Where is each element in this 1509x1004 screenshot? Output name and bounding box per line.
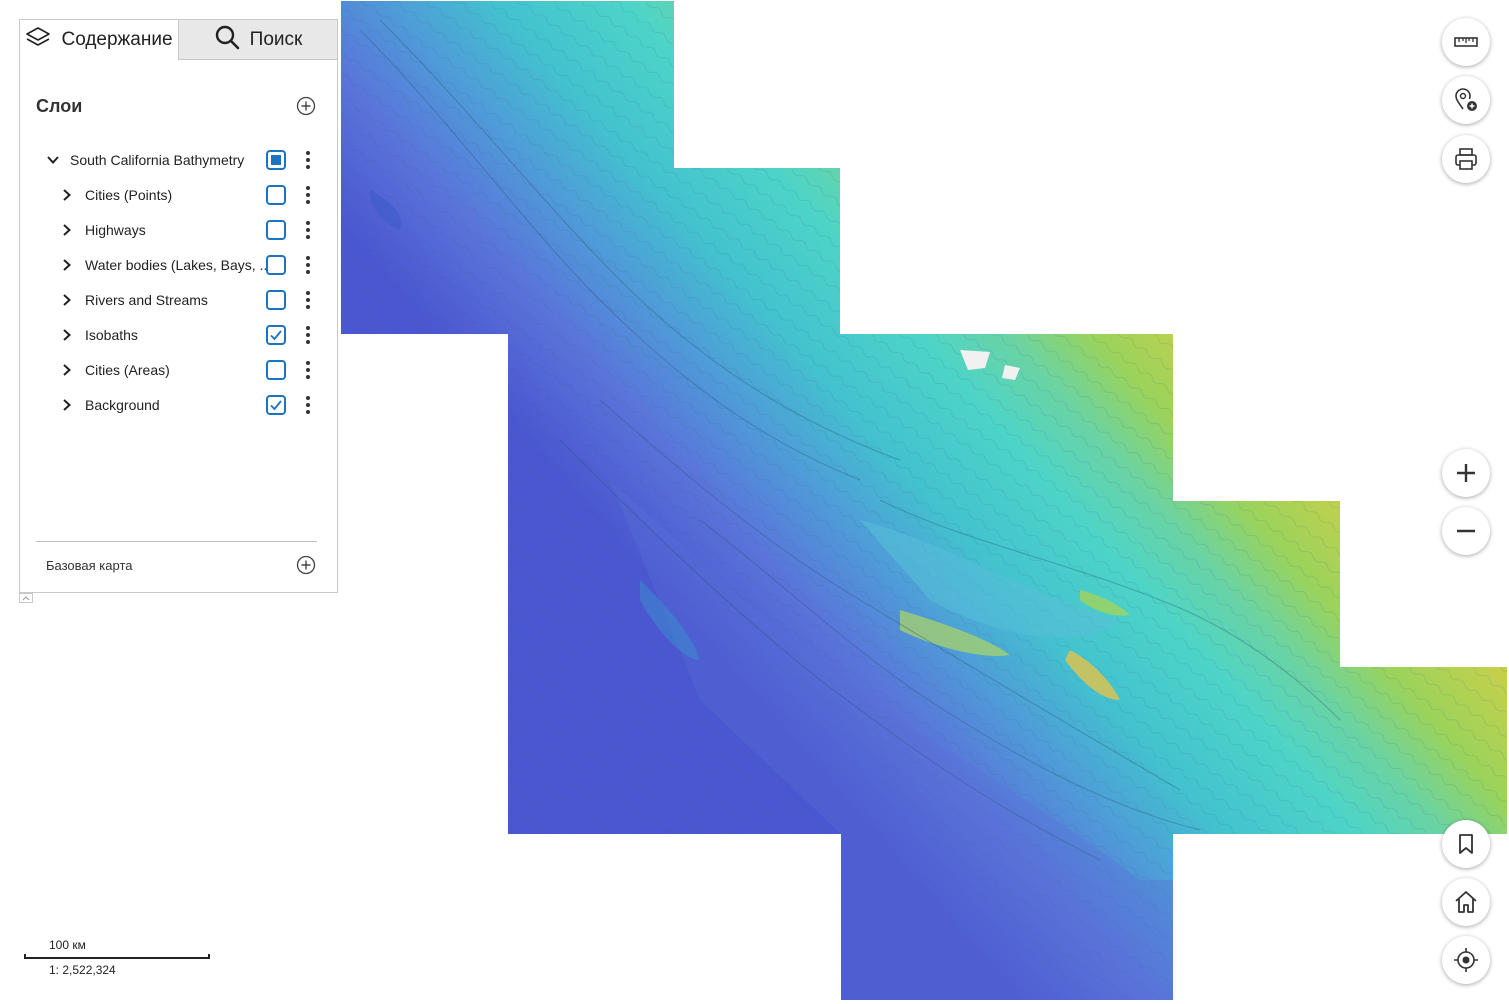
panel-tabs: Содержание Поиск [20,20,337,60]
layer-label: Cities (Points) [85,186,173,203]
tab-contents[interactable]: Содержание [20,20,178,60]
layer-menu-button[interactable] [305,394,311,416]
layer-checkbox[interactable] [266,324,286,345]
chevron-right-icon[interactable] [60,328,74,342]
add-basemap-button[interactable] [295,554,317,576]
tab-search[interactable]: Поиск [178,20,337,60]
measure-button[interactable] [1442,18,1490,66]
more-vertical-icon [306,220,310,239]
chevron-up-icon [22,596,30,601]
layer-group-row[interactable]: South California Bathymetry [20,142,337,177]
scale-ratio: 1: 2,522,324 [49,963,116,977]
collapse-panel-button[interactable] [19,593,33,603]
bookmarks-button[interactable] [1442,820,1490,868]
minus-icon [1457,529,1475,533]
plus-circle-icon [296,555,316,575]
layers-title: Слои [36,95,83,116]
more-vertical-icon [306,290,310,309]
layer-row[interactable]: Isobaths [20,317,337,352]
locate-icon [1454,948,1478,972]
chevron-right-icon[interactable] [60,223,74,237]
printer-icon [1455,148,1477,170]
layer-row[interactable]: Background [20,387,337,422]
more-vertical-icon [306,395,310,414]
layer-label: Cities (Areas) [85,361,170,378]
layers-icon [25,24,51,56]
scale-bar: 100 км 1: 2,522,324 [24,936,214,986]
more-vertical-icon [306,185,310,204]
layer-group-menu-button[interactable] [305,149,311,171]
search-icon [214,24,240,56]
layer-checkbox[interactable] [266,394,286,415]
home-button[interactable] [1442,878,1490,926]
layer-menu-button[interactable] [305,324,311,346]
layer-group-checkbox[interactable] [266,149,286,170]
chevron-down-icon[interactable] [46,153,60,167]
divider [36,541,317,542]
check-icon [270,399,282,410]
more-vertical-icon [306,360,310,379]
layer-label: Rivers and Streams [85,291,208,308]
more-vertical-icon [306,150,310,169]
layer-menu-button[interactable] [305,184,311,206]
chevron-right-icon[interactable] [60,398,74,412]
layer-label: Water bodies (Lakes, Bays, ...) [85,256,267,273]
layer-menu-button[interactable] [305,219,311,241]
layer-menu-button[interactable] [305,359,311,381]
plus-icon [1457,464,1475,482]
layer-row[interactable]: Cities (Areas) [20,352,337,387]
print-button[interactable] [1442,135,1490,183]
chevron-right-icon[interactable] [60,293,74,307]
layer-label: Isobaths [85,326,138,343]
basemap-label: Базовая карта [46,557,133,573]
layer-row[interactable]: Water bodies (Lakes, Bays, ...) [20,247,337,282]
chevron-right-icon[interactable] [60,258,74,272]
layer-row[interactable]: Highways [20,212,337,247]
layer-group-label: South California Bathymetry [70,151,245,168]
layer-row[interactable]: Cities (Points) [20,177,337,212]
layer-menu-button[interactable] [305,254,311,276]
check-icon [270,329,282,340]
layer-checkbox[interactable] [266,359,286,380]
layer-checkbox[interactable] [266,254,286,275]
layer-checkbox[interactable] [266,184,286,205]
more-vertical-icon [306,325,310,344]
scale-bar-line [24,954,210,959]
layer-label: Highways [85,221,146,238]
layer-row[interactable]: Rivers and Streams [20,282,337,317]
more-vertical-icon [306,255,310,274]
plus-circle-icon [296,96,316,116]
tab-search-label: Поиск [249,28,303,50]
layer-list: South California Bathymetry Cities (Poin… [20,142,337,422]
ruler-icon [1454,37,1478,47]
locate-button[interactable] [1442,936,1490,984]
zoom-in-button[interactable] [1442,449,1490,497]
zoom-out-button[interactable] [1442,507,1490,555]
layer-label: Background [85,396,160,413]
bookmark-icon [1459,834,1473,854]
scale-distance: 100 км [49,938,86,952]
tab-contents-label: Содержание [61,29,173,50]
add-layer-button[interactable] [295,95,317,117]
basemap-row: Базовая карта [46,554,317,576]
layer-checkbox[interactable] [266,219,286,240]
chevron-right-icon[interactable] [60,363,74,377]
add-location-icon [1455,88,1477,111]
partial-check-mark [271,154,281,165]
layers-header: Слои [36,92,317,120]
layer-checkbox[interactable] [266,289,286,310]
chevron-right-icon[interactable] [60,188,74,202]
home-icon [1455,891,1477,913]
layer-menu-button[interactable] [305,289,311,311]
add-place-button[interactable] [1442,76,1490,124]
contents-panel: Содержание Поиск Слои South California B… [19,19,338,593]
